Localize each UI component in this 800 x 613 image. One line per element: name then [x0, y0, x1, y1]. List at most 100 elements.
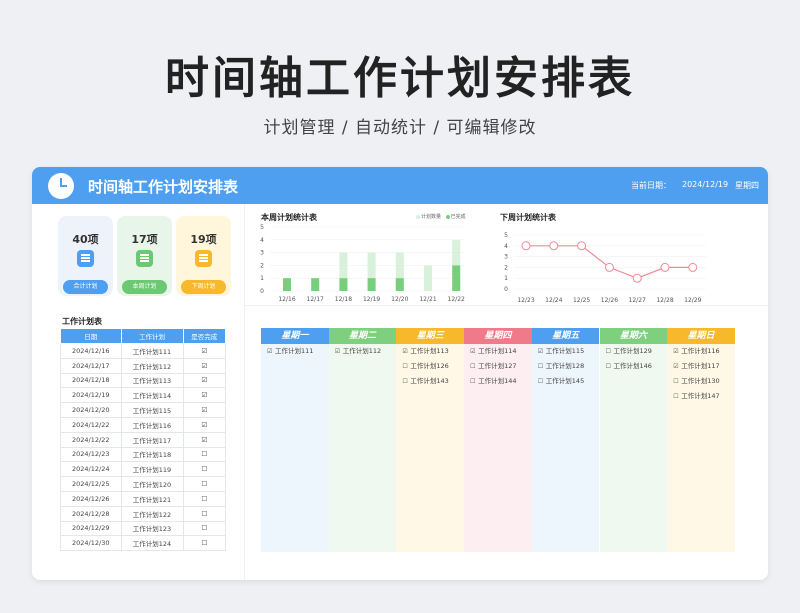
done-checkbox[interactable]: ☑ [182, 416, 226, 433]
task-checkbox[interactable]: ☐ [470, 359, 478, 374]
task-item[interactable]: ☑ 工作计划117 [667, 359, 735, 374]
task-checkbox[interactable]: ☑ [335, 344, 343, 359]
task-item[interactable]: ☑ 工作计划114 [464, 344, 532, 359]
plan-cell[interactable]: 工作计划120 [120, 476, 184, 492]
task-checkbox[interactable]: ☐ [606, 344, 614, 359]
done-checkbox[interactable]: ☑ [182, 431, 226, 448]
task-label: 工作计划111 [275, 347, 314, 355]
bar-done [283, 278, 291, 291]
task-checkbox[interactable]: ☑ [470, 344, 478, 359]
stat-value: 17项 [131, 233, 158, 246]
plan-cell[interactable]: 工作计划113 [120, 372, 184, 389]
date-cell: 2024/12/25 [60, 476, 122, 492]
y-tick-label: 4 [260, 237, 264, 244]
plan-cell[interactable]: 工作计划116 [120, 416, 184, 433]
day-header: 星期四 [464, 328, 532, 344]
task-item[interactable]: ☑ 工作计划112 [329, 344, 397, 359]
x-tick-label: 12/22 [448, 296, 465, 303]
done-checkbox[interactable]: ☐ [182, 535, 226, 552]
done-checkbox[interactable]: ☐ [182, 490, 226, 507]
done-checkbox[interactable]: ☑ [182, 357, 226, 374]
day-header: 星期一 [261, 328, 329, 344]
plan-cell[interactable]: 工作计划123 [120, 520, 184, 537]
task-item[interactable]: ☑ 工作计划111 [261, 344, 329, 359]
task-item[interactable]: ☐ 工作计划127 [464, 359, 532, 374]
column-header[interactable]: 工作计划 [120, 328, 184, 344]
bar-total [424, 265, 432, 291]
table-row: 2024/12/20 工作计划115 ☑ [60, 402, 226, 418]
day-column: 星期六 ☐ 工作计划129 ☐ 工作计划146 [599, 328, 668, 552]
plan-cell[interactable]: 工作计划124 [120, 535, 184, 552]
stat-value: 19项 [190, 233, 217, 246]
done-checkbox[interactable]: ☐ [182, 520, 226, 537]
task-label: 工作计划116 [681, 347, 720, 355]
task-item[interactable]: ☐ 工作计划144 [464, 374, 532, 389]
y-tick-label: 3 [504, 254, 508, 261]
x-tick-label: 12/17 [307, 296, 324, 303]
plan-cell[interactable]: 工作计划119 [120, 461, 184, 478]
done-checkbox[interactable]: ☐ [182, 461, 226, 478]
y-tick-label: 1 [260, 275, 264, 282]
task-checkbox[interactable]: ☑ [267, 344, 275, 359]
column-header[interactable]: 日期 [60, 328, 122, 344]
plan-cell[interactable]: 工作计划114 [120, 387, 184, 404]
task-checkbox[interactable]: ☑ [673, 344, 681, 359]
plan-table-title: 工作计划表 [62, 317, 102, 326]
task-item[interactable]: ☐ 工作计划130 [667, 374, 735, 389]
done-checkbox[interactable]: ☑ [182, 387, 226, 404]
task-checkbox[interactable]: ☐ [673, 374, 681, 389]
done-checkbox[interactable]: ☑ [182, 343, 226, 359]
bar-done [452, 265, 461, 291]
task-checkbox[interactable]: ☑ [673, 359, 681, 374]
task-item[interactable]: ☑ 工作计划115 [532, 344, 600, 359]
plan-cell[interactable]: 工作计划121 [120, 490, 184, 507]
plan-table: 日期 工作计划 是否完成 2024/12/16 工作计划111 ☑ 2024/12/17 工… [60, 328, 226, 552]
bar-done [339, 278, 348, 291]
task-item[interactable]: ☑ 工作计划116 [667, 344, 735, 359]
plan-cell[interactable]: 工作计划115 [120, 402, 184, 418]
task-label: 工作计划112 [342, 347, 382, 355]
column-header[interactable]: 是否完成 [182, 328, 226, 344]
plan-cell[interactable]: 工作计划118 [120, 446, 184, 463]
legend-done: 已完成 [450, 214, 466, 220]
y-tick-label: 2 [504, 264, 508, 271]
plan-cell[interactable]: 工作计划111 [120, 343, 184, 359]
task-checkbox[interactable]: ☐ [673, 389, 681, 404]
task-label: 工作计划114 [478, 347, 517, 355]
done-checkbox[interactable]: ☑ [182, 402, 226, 418]
stat-label-button[interactable]: 下周计划 [181, 280, 226, 294]
task-item[interactable]: ☐ 工作计划128 [532, 359, 600, 374]
task-checkbox[interactable]: ☐ [606, 359, 614, 374]
task-item[interactable]: ☐ 工作计划143 [396, 374, 464, 389]
task-item[interactable]: ☐ 工作计划126 [396, 359, 464, 374]
done-checkbox[interactable]: ☐ [182, 476, 226, 492]
done-checkbox[interactable]: ☐ [182, 446, 226, 463]
task-item[interactable]: ☐ 工作计划146 [600, 359, 668, 374]
task-item[interactable]: ☐ 工作计划147 [667, 389, 735, 404]
table-row: 2024/12/29 工作计划123 ☐ [60, 520, 226, 537]
bar-done [367, 278, 376, 291]
x-tick-label: 12/16 [278, 296, 295, 303]
current-date-value: 2024/12/19 [682, 180, 729, 189]
done-checkbox[interactable]: ☑ [182, 372, 226, 389]
task-label: 工作计划130 [681, 377, 720, 385]
task-item[interactable]: ☐ 工作计划129 [600, 344, 668, 359]
plan-cell[interactable]: 工作计划112 [120, 357, 184, 374]
task-checkbox[interactable]: ☐ [538, 359, 546, 374]
x-tick-label: 12/24 [545, 297, 562, 304]
stat-label-button[interactable]: 本周计划 [122, 280, 167, 294]
plan-cell[interactable]: 工作计划117 [120, 431, 184, 448]
task-item[interactable]: ☐ 工作计划145 [532, 374, 600, 389]
hero-title: 时间轴工作计划安排表 [165, 53, 635, 104]
task-checkbox[interactable]: ☐ [538, 374, 546, 389]
task-item[interactable]: ☑ 工作计划113 [396, 344, 464, 359]
stat-label-button[interactable]: 合计计划 [63, 280, 108, 294]
plan-cell[interactable]: 工作计划122 [120, 505, 184, 522]
plan-table-header: 日期 工作计划 是否完成 [60, 328, 226, 344]
y-tick-label: 1 [504, 275, 508, 282]
task-checkbox[interactable]: ☐ [470, 374, 478, 389]
task-label: 工作计划126 [410, 362, 449, 370]
done-checkbox[interactable]: ☐ [182, 505, 226, 522]
task-checkbox[interactable]: ☑ [538, 344, 546, 359]
app-title: 时间轴工作计划安排表 [88, 178, 239, 196]
